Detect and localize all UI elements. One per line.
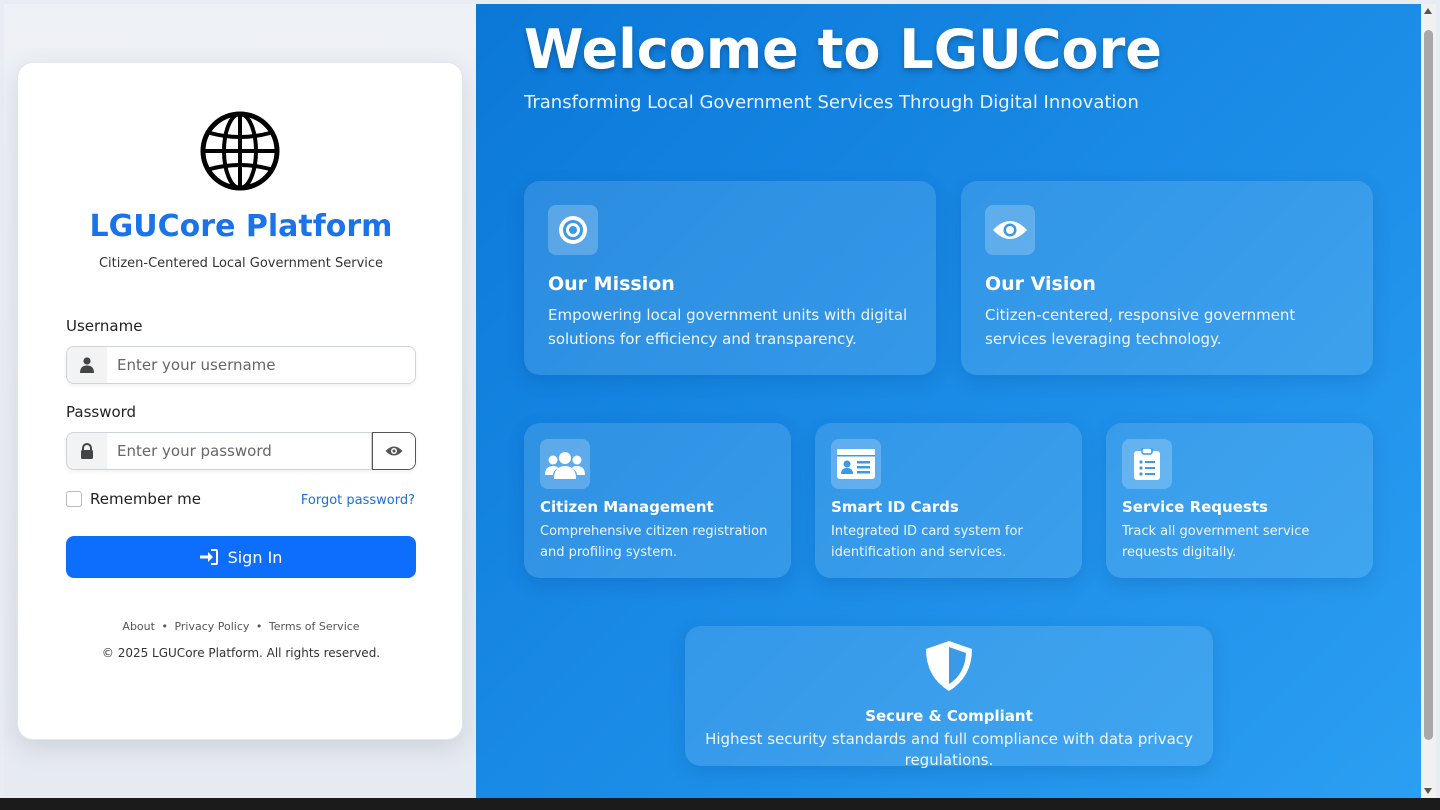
citizen-management-title: Citizen Management: [540, 498, 714, 516]
sign-in-button[interactable]: Sign In: [66, 536, 416, 578]
password-toggle-button[interactable]: [372, 432, 416, 470]
sign-in-label: Sign In: [227, 547, 283, 567]
vision-text: Citizen-centered, responsive government …: [985, 306, 1296, 348]
footer-separator: •: [161, 620, 168, 633]
citizen-management-card: Citizen Management Comprehensive citizen…: [524, 423, 791, 578]
footer-links: About • Privacy Policy • Terms of Servic…: [18, 620, 464, 633]
secure-compliant-title: Secure & Compliant: [865, 707, 1033, 725]
username-label: Username: [66, 317, 143, 335]
smart-id-cards-title: Smart ID Cards: [831, 498, 959, 516]
service-requests-text: Track all government service requests di…: [1122, 524, 1310, 560]
scrollbar-thumb[interactable]: [1424, 30, 1433, 740]
footer-separator: •: [255, 620, 263, 633]
smart-id-cards-card: Smart ID Cards Integrated ID card system…: [815, 423, 1082, 578]
id-card-icon: [831, 439, 881, 489]
about-link[interactable]: About: [122, 620, 155, 633]
username-field: [66, 346, 416, 384]
scroll-down-arrow-icon[interactable]: [1424, 788, 1432, 794]
secure-compliant-card: Secure & Compliant Highest security stan…: [685, 626, 1213, 769]
page-scrollbar[interactable]: [1421, 4, 1436, 798]
eye-icon: [985, 205, 1035, 255]
secure-compliant-text: Highest security standards and full comp…: [705, 730, 1193, 769]
vision-card: Our Vision Citizen-centered, responsive …: [961, 181, 1373, 375]
brand-subtitle: Citizen-Centered Local Government Servic…: [98, 256, 384, 271]
sign-in-icon: [199, 549, 218, 565]
login-card: LGUCore Platform Citizen-Centered Local …: [17, 62, 463, 740]
os-taskbar: [0, 798, 1440, 810]
lock-icon: [67, 433, 107, 469]
eye-icon: [373, 433, 415, 469]
scroll-up-arrow-icon[interactable]: [1424, 8, 1432, 14]
service-requests-title: Service Requests: [1122, 498, 1268, 516]
users-icon: [540, 439, 590, 489]
service-requests-card: Service Requests Track all government se…: [1106, 423, 1373, 578]
password-field: [66, 432, 372, 470]
smart-id-cards-text: Integrated ID card system for identifica…: [831, 524, 1023, 560]
globe-icon: [200, 111, 280, 191]
privacy-policy-link[interactable]: Privacy Policy: [174, 620, 249, 633]
remember-me[interactable]: Remember me: [66, 490, 201, 508]
username-input[interactable]: [107, 347, 415, 383]
clipboard-list-icon: [1122, 439, 1172, 489]
mission-card: Our Mission Empowering local government …: [524, 181, 936, 375]
mission-title: Our Mission: [548, 273, 675, 295]
hero-panel: Welcome to LGUCore Transforming Local Go…: [476, 4, 1421, 798]
mission-text: Empowering local government units with d…: [548, 306, 908, 348]
brand-title: LGUCore Platform: [89, 209, 393, 244]
remember-label: Remember me: [90, 490, 201, 508]
hero-subtitle: Transforming Local Government Services T…: [524, 92, 1139, 113]
forgot-password-link[interactable]: Forgot password?: [301, 493, 415, 508]
target-icon: [548, 205, 598, 255]
password-input[interactable]: [107, 433, 371, 469]
hero-title: Welcome to LGUCore: [524, 18, 1162, 81]
copyright: © 2025 LGUCore Platform. All rights rese…: [101, 646, 381, 660]
vision-title: Our Vision: [985, 273, 1096, 295]
shield-icon: [926, 641, 972, 691]
password-label: Password: [66, 403, 137, 421]
remember-checkbox[interactable]: [66, 491, 82, 507]
citizen-management-text: Comprehensive citizen registration and p…: [540, 524, 768, 560]
user-icon: [67, 347, 107, 383]
terms-of-service-link[interactable]: Terms of Service: [269, 620, 360, 633]
